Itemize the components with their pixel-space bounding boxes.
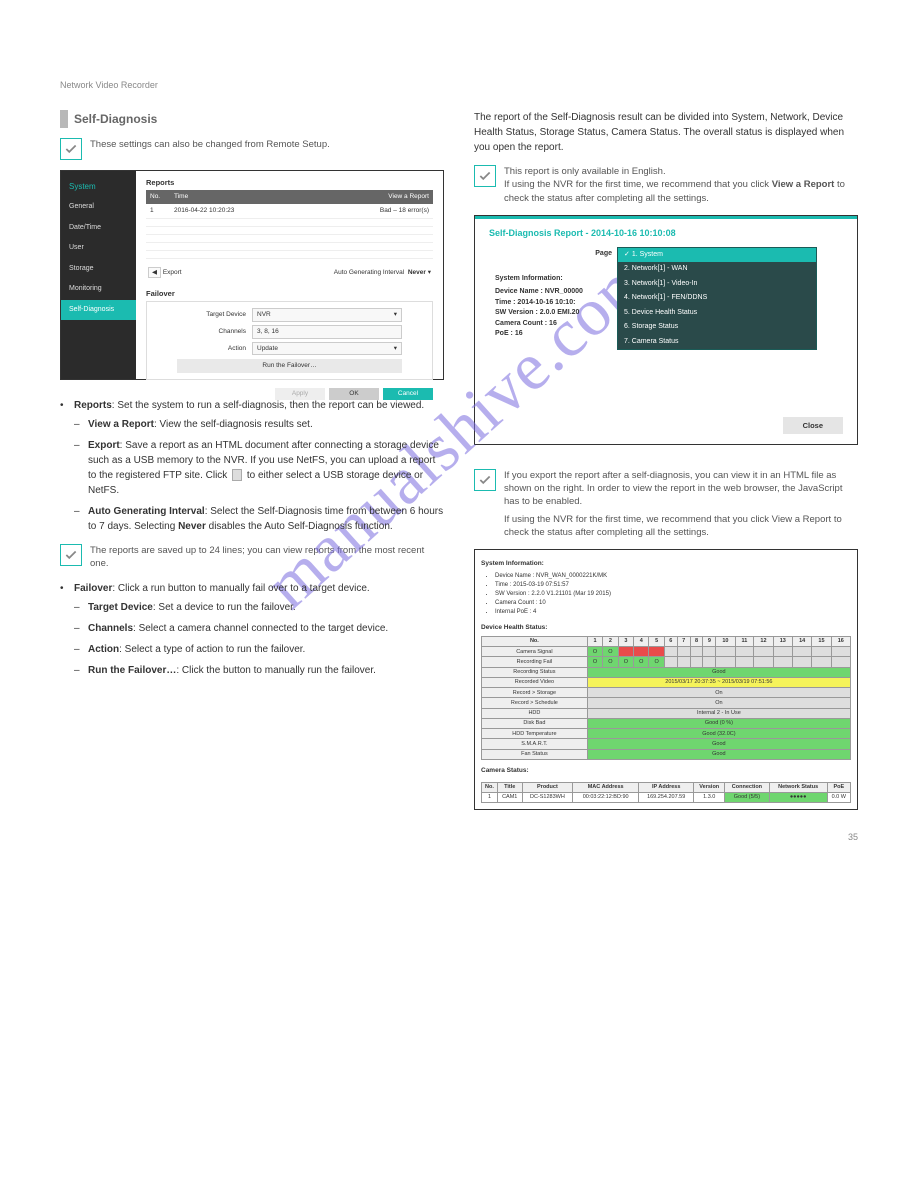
sidebar-item-datetime[interactable]: Date/Time <box>61 218 136 239</box>
device-health-table: No.12345678910111213141516 Camera Signal… <box>481 636 851 760</box>
file-icon <box>232 469 242 481</box>
sidebar-header: System <box>61 177 136 197</box>
sidebar-item-storage[interactable]: Storage <box>61 259 136 280</box>
screenshot-html-report: System Information: Device Name : NVR_WA… <box>474 549 858 810</box>
note-text: The reports are saved up to 24 lines; yo… <box>90 544 444 571</box>
auto-gen-label: Auto Generating Interval <box>334 269 404 276</box>
sidebar-item-self-diagnosis[interactable]: Self-Diagnosis <box>61 300 136 321</box>
check-icon <box>60 544 82 566</box>
table-row[interactable]: 1 2016-04-22 10:20:23 Bad – 18 error(s) <box>146 204 433 219</box>
sidebar-item-monitoring[interactable]: Monitoring <box>61 279 136 300</box>
note-text: These settings can also be changed from … <box>90 138 330 151</box>
export-button[interactable]: Export <box>163 269 182 276</box>
note-text: If you export the report after a self-di… <box>504 469 858 539</box>
close-button[interactable]: Close <box>783 417 843 434</box>
section-heading: Self-Diagnosis <box>60 110 444 128</box>
target-device-select[interactable]: NVR▾ <box>252 308 402 322</box>
check-icon <box>474 469 496 491</box>
screenshot-settings: System General Date/Time User Storage Mo… <box>60 170 444 380</box>
page-number: 35 <box>848 832 858 842</box>
right-intro: The report of the Self-Diagnosis result … <box>474 110 858 155</box>
run-failover-button[interactable]: Run the Failover… <box>177 359 402 373</box>
report-title: Self-Diagnosis Report - 2014-10-16 10:10… <box>489 227 843 241</box>
camera-status-table: No.TitleProductMAC AddressIP AddressVers… <box>481 782 851 804</box>
sidebar-item-user[interactable]: User <box>61 238 136 259</box>
action-select[interactable]: Update▾ <box>252 342 402 356</box>
reports-table-header: No. Time View a Report <box>146 190 433 204</box>
screenshot-report-dropdown: Self-Diagnosis Report - 2014-10-16 10:10… <box>474 215 858 445</box>
channels-label: Channels <box>177 327 252 337</box>
action-label: Action <box>177 344 252 354</box>
check-icon <box>474 165 496 187</box>
system-information: System Information: Device Name : NVR_00… <box>495 274 583 340</box>
target-device-label: Target Device <box>177 310 252 320</box>
failover-bullet-list: Failover: Click a run button to manually… <box>60 581 444 678</box>
check-icon <box>60 138 82 160</box>
auto-gen-value[interactable]: Never <box>408 269 426 276</box>
page-dropdown-label: Page <box>595 249 612 260</box>
failover-label: Failover <box>146 288 433 299</box>
channels-select[interactable]: 3, 8, 16 <box>252 325 402 339</box>
pager-prev[interactable]: ◀ <box>148 267 161 278</box>
sidebar-item-general[interactable]: General <box>61 197 136 218</box>
header-left: Network Video Recorder <box>60 80 158 90</box>
note-text: This report is only available in English… <box>504 165 858 205</box>
reports-label: Reports <box>146 177 433 188</box>
reports-bullet-list: Reports: Set the system to run a self-di… <box>60 398 444 534</box>
page-dropdown[interactable]: 1. System 2. Network[1] - WAN 3. Network… <box>617 247 817 351</box>
